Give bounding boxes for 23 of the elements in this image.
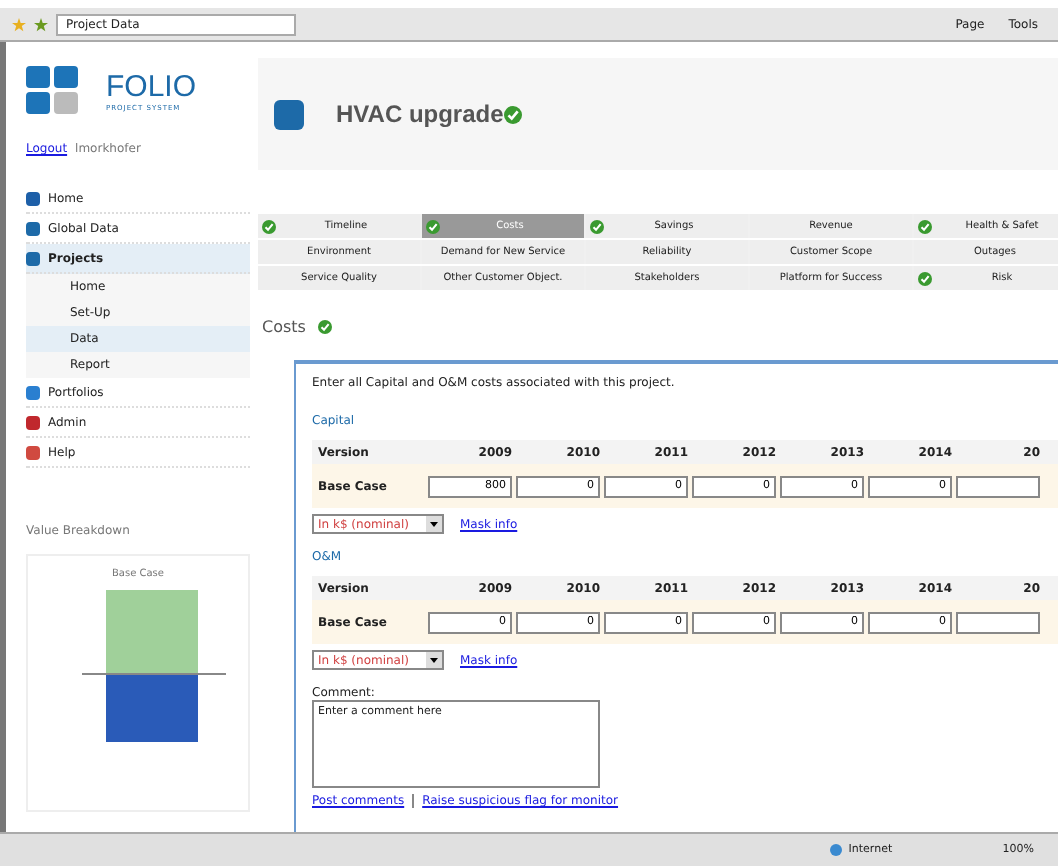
star-icon[interactable] (12, 17, 26, 31)
nav-icon (26, 221, 40, 235)
check-icon (426, 219, 440, 233)
check-icon (918, 219, 932, 233)
nav-icon (26, 191, 40, 205)
project-icon (274, 99, 304, 129)
dropdown-arrow-icon (426, 652, 442, 668)
check-icon (918, 271, 932, 285)
nav-icon (26, 415, 40, 429)
nav-icon (26, 251, 40, 265)
input-field[interactable] (956, 611, 1040, 633)
check-icon (590, 219, 604, 233)
nav-icon (26, 445, 40, 459)
dropdown-arrow-icon (426, 516, 442, 532)
star-icon[interactable] (34, 17, 48, 31)
input-field[interactable] (956, 475, 1040, 497)
nav-icon (26, 385, 40, 399)
section-title: Costs (262, 318, 306, 336)
check-icon (262, 219, 276, 233)
globe-icon (830, 844, 843, 856)
project-title: HVAC upgrade (336, 100, 504, 128)
logo-icon (26, 66, 82, 114)
logo-text: FOLIO (106, 69, 197, 103)
